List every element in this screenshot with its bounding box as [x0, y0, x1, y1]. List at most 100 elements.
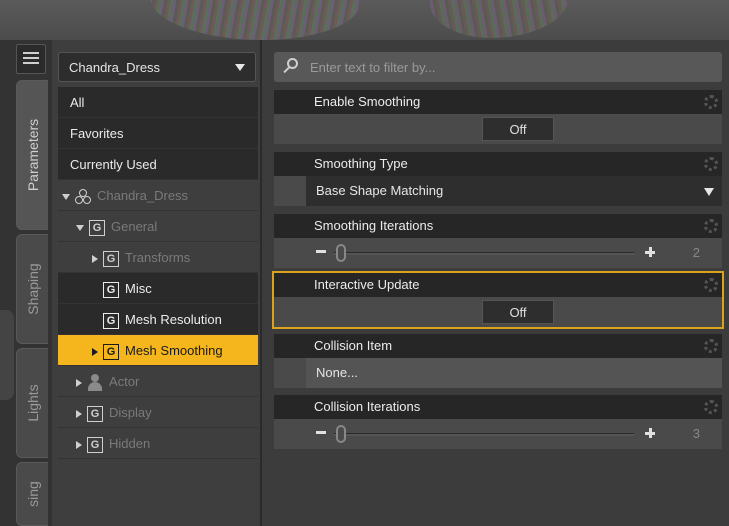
group-icon: G — [103, 343, 119, 360]
collapse-arrow-icon[interactable] — [76, 378, 82, 387]
slider-value[interactable]: 3 — [693, 426, 700, 441]
node-selector-value: Chandra_Dress — [69, 60, 161, 75]
param-label: Smoothing Type — [314, 156, 408, 171]
param-interactive-update: Interactive Update Off — [272, 271, 724, 329]
slider-track[interactable] — [334, 252, 634, 255]
param-enable-smoothing-body: Off — [274, 114, 722, 144]
tree-item-all[interactable]: All — [58, 87, 258, 118]
tree-item-node[interactable]: Chandra_Dress — [58, 180, 258, 211]
param-collision-item-body: None... — [274, 358, 722, 388]
filter-input[interactable] — [310, 57, 710, 77]
tree-item-label: All — [70, 95, 85, 110]
tree-item-hidden[interactable]: G Hidden — [58, 428, 258, 459]
tree-item-display[interactable]: G Display — [58, 397, 258, 428]
menu-icon — [23, 52, 39, 66]
tab-lights[interactable]: Lights — [16, 348, 48, 458]
tree-item-mesh-resolution[interactable]: G Mesh Resolution — [58, 304, 258, 335]
viewport-background — [0, 0, 729, 40]
chevron-down-icon — [704, 188, 714, 196]
interactive-update-toggle[interactable]: Off — [482, 300, 554, 324]
tree-item-currently-used[interactable]: Currently Used — [58, 149, 258, 180]
tree-item-actor[interactable]: Actor — [58, 366, 258, 397]
param-smoothing-type-header: Smoothing Type — [274, 152, 722, 176]
slider-track[interactable] — [334, 433, 634, 436]
decrement-icon[interactable] — [316, 431, 326, 434]
param-smoothing-iterations-header: Smoothing Iterations — [274, 214, 722, 238]
tree-item-general[interactable]: G General — [58, 211, 258, 242]
smoothing-iterations-slider[interactable]: 2 — [274, 238, 722, 268]
parameters-list: Enable Smoothing Off Smoothing Type Base… — [266, 40, 729, 526]
collapse-arrow-icon[interactable] — [92, 254, 98, 263]
slider-knob[interactable] — [336, 425, 346, 443]
decrement-icon[interactable] — [316, 250, 326, 253]
actor-icon — [87, 373, 103, 392]
tab-parameters[interactable]: Parameters — [16, 80, 48, 230]
tree-item-label: Favorites — [70, 126, 124, 141]
tree-item-label: Actor — [109, 374, 140, 389]
property-tree: Chandra_Dress All Favorites Currently Us… — [52, 40, 262, 526]
slider-value[interactable]: 2 — [693, 245, 700, 260]
collapse-arrow-icon[interactable] — [76, 440, 82, 449]
group-icon: G — [89, 219, 105, 236]
tree-item-misc[interactable]: G Misc — [58, 273, 258, 304]
tree-item-label: Chandra_Dress — [97, 188, 189, 203]
param-label: Interactive Update — [314, 277, 420, 292]
tree-item-transforms[interactable]: G Transforms — [58, 242, 258, 273]
smoothing-type-value: Base Shape Matching — [316, 183, 444, 198]
group-icon: G — [103, 281, 119, 298]
group-icon: G — [103, 312, 119, 329]
tree-item-label: Hidden — [109, 436, 151, 451]
param-smoothing-type-body: Base Shape Matching — [274, 176, 722, 206]
filter-bar — [274, 52, 722, 82]
gear-icon[interactable] — [704, 400, 718, 414]
tree-item-label: Display — [109, 405, 152, 420]
increment-icon[interactable] — [645, 247, 655, 257]
param-label: Collision Item — [314, 338, 393, 353]
slider-knob[interactable] — [336, 244, 346, 262]
increment-icon[interactable] — [645, 428, 655, 438]
collapse-handle[interactable] — [0, 310, 14, 400]
expand-arrow-icon[interactable] — [62, 193, 70, 200]
tree-item-label: Transforms — [125, 250, 191, 265]
param-smoothing-iterations-body: 2 — [274, 238, 722, 268]
param-collision-item: Collision Item None... — [274, 334, 722, 388]
tab-column: Parameters Shaping Lights sing — [0, 40, 52, 526]
collision-iterations-slider[interactable]: 3 — [274, 419, 722, 449]
group-icon: G — [103, 250, 119, 267]
collision-item-selector[interactable]: None... — [306, 358, 722, 388]
collapse-arrow-icon[interactable] — [76, 409, 82, 418]
gear-icon[interactable] — [704, 157, 718, 171]
chevron-down-icon — [235, 64, 245, 71]
param-collision-iterations-header: Collision Iterations — [274, 395, 722, 419]
gear-icon[interactable] — [704, 339, 718, 353]
tab-posing[interactable]: sing — [16, 462, 48, 526]
param-enable-smoothing: Enable Smoothing Off — [274, 90, 722, 144]
collapse-arrow-icon[interactable] — [92, 347, 98, 356]
tree-item-mesh-smoothing[interactable]: G Mesh Smoothing — [58, 335, 258, 366]
param-label: Enable Smoothing — [314, 94, 421, 109]
collision-item-value: None... — [316, 365, 358, 380]
tree-list: All Favorites Currently Used Chandra_Dre… — [58, 87, 258, 459]
viewport-3d[interactable] — [0, 0, 729, 40]
gear-icon[interactable] — [704, 278, 718, 292]
param-collision-iterations-body: 3 — [274, 419, 722, 449]
tree-item-favorites[interactable]: Favorites — [58, 118, 258, 149]
search-icon[interactable] — [282, 58, 300, 76]
param-smoothing-iterations: Smoothing Iterations 2 — [274, 214, 722, 268]
tree-item-label: General — [111, 219, 158, 234]
group-icon: G — [87, 405, 103, 422]
tab-lights-label: Lights — [24, 384, 41, 422]
expand-arrow-icon[interactable] — [76, 224, 84, 231]
parameters-pane: Parameters Shaping Lights sing Chandra_D… — [0, 40, 729, 526]
tab-shaping[interactable]: Shaping — [16, 234, 48, 344]
gear-icon[interactable] — [704, 95, 718, 109]
node-selector-dropdown[interactable]: Chandra_Dress — [58, 52, 256, 82]
tree-item-label: Currently Used — [70, 157, 157, 172]
group-icon: G — [87, 436, 103, 453]
smoothing-type-dropdown[interactable]: Base Shape Matching — [306, 176, 722, 206]
enable-smoothing-toggle[interactable]: Off — [482, 117, 554, 141]
param-label: Smoothing Iterations — [314, 218, 434, 233]
gear-icon[interactable] — [704, 219, 718, 233]
figure-node-icon — [75, 188, 91, 205]
pane-menu-button[interactable] — [16, 44, 46, 74]
